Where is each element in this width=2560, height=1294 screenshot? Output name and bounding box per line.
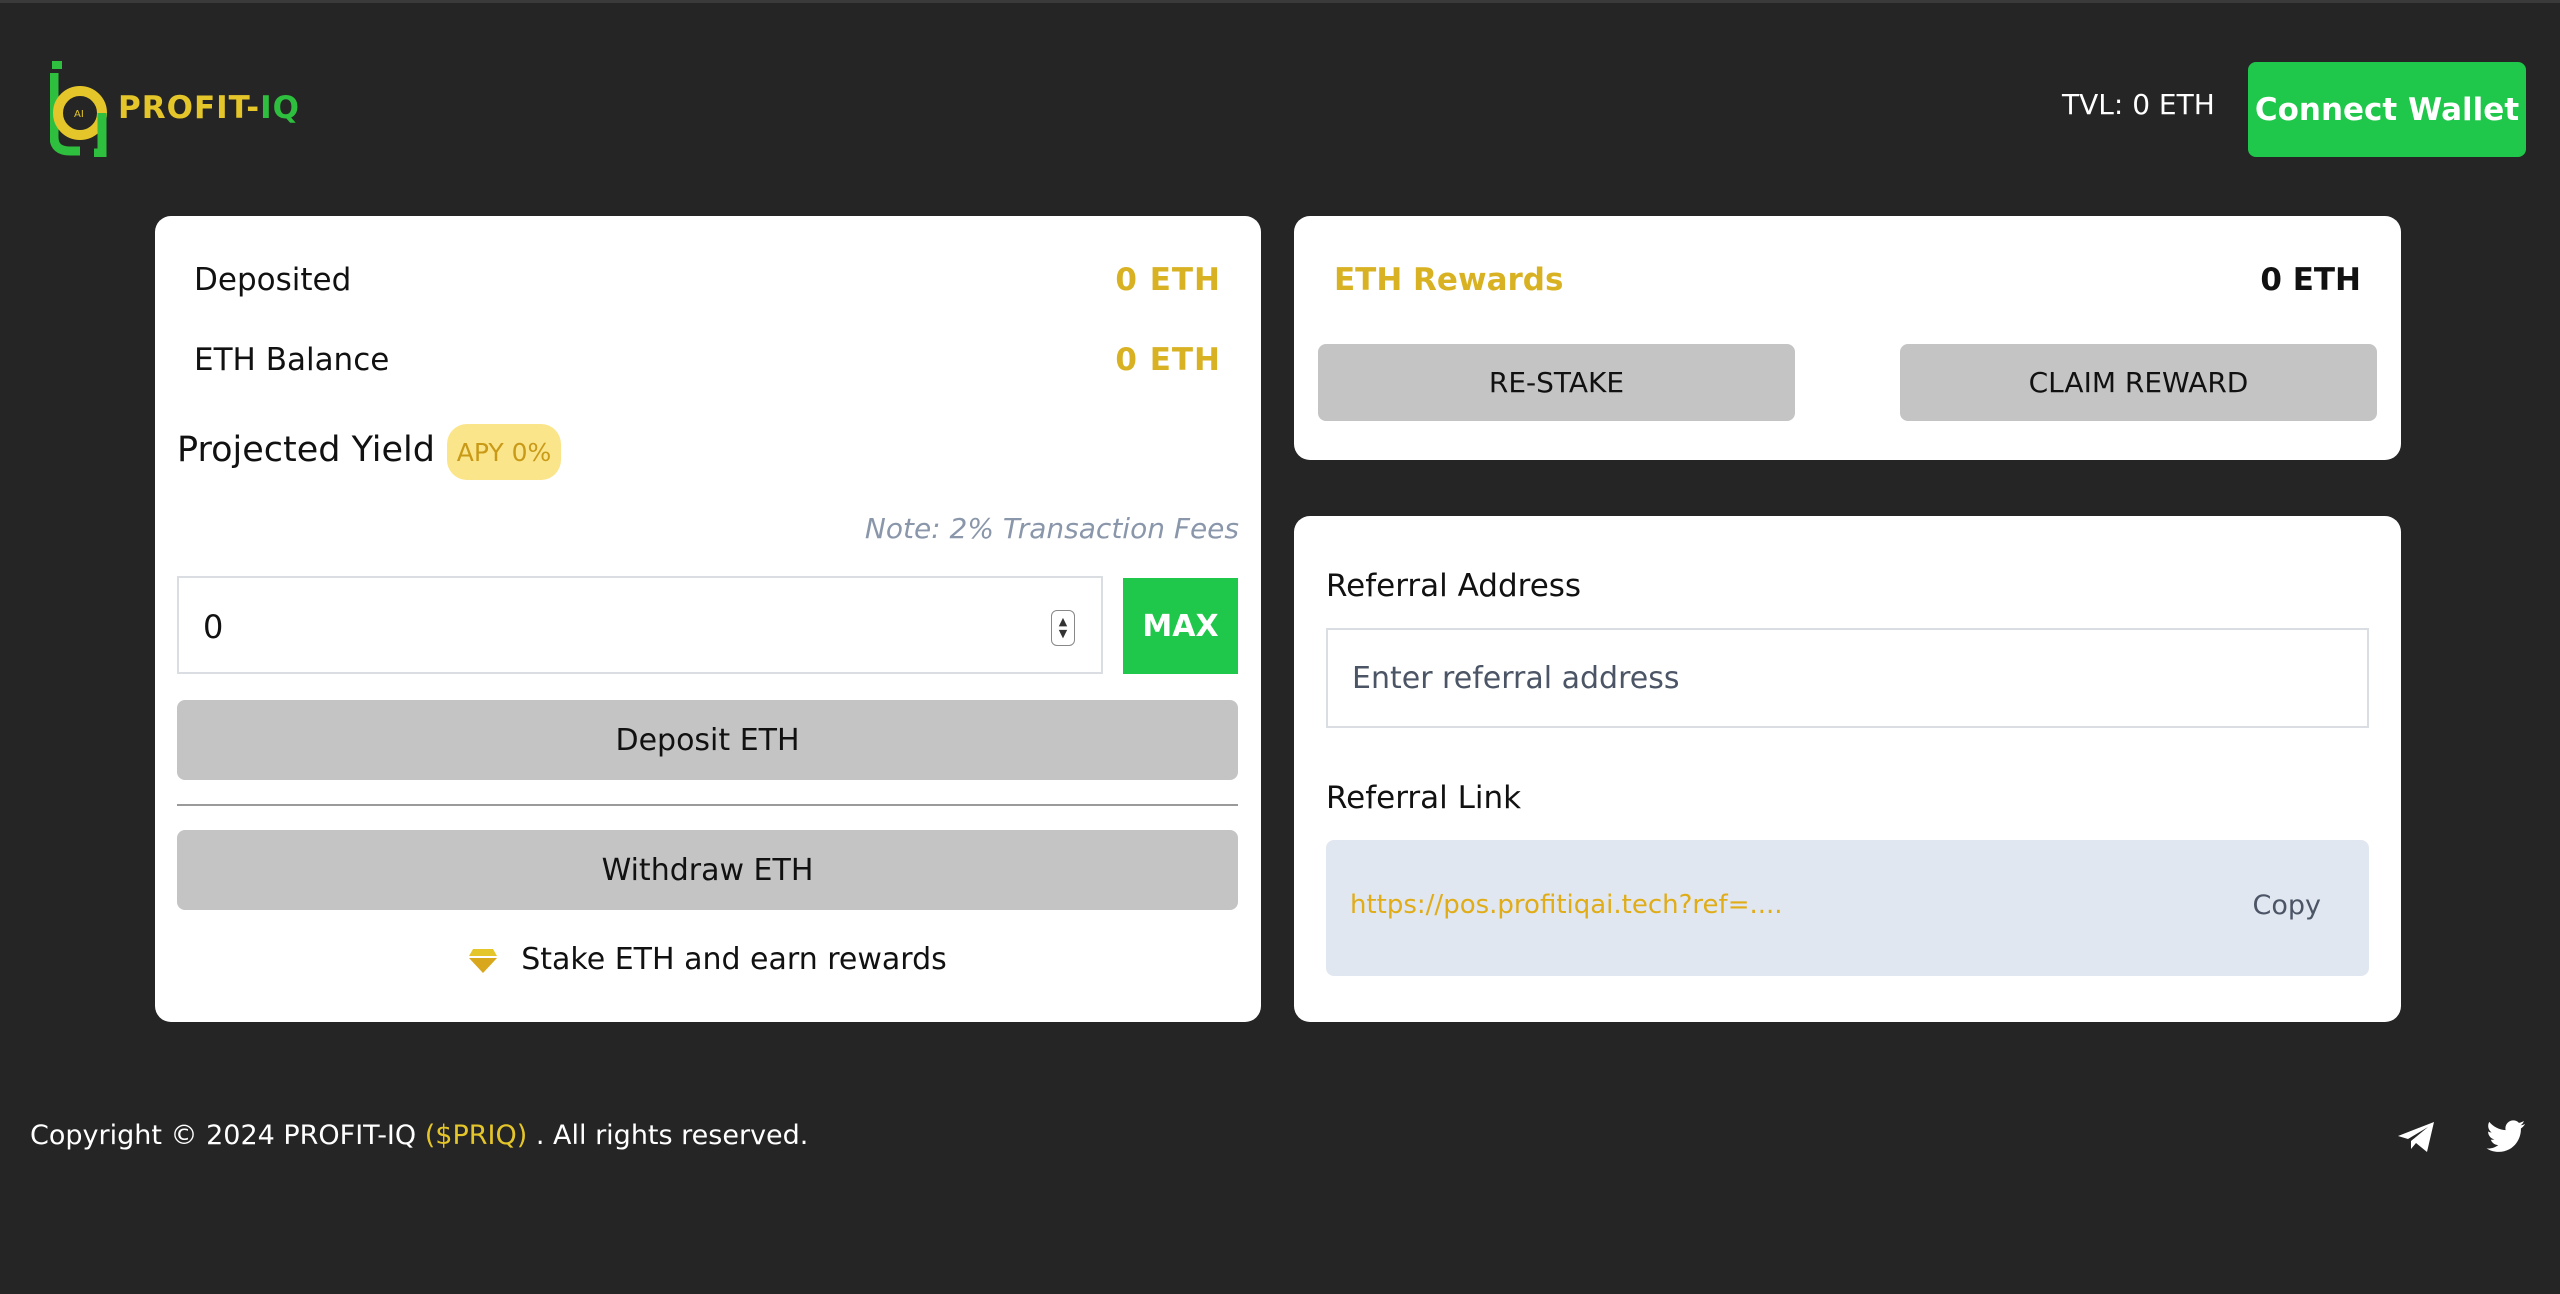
restake-button[interactable]: RE-STAKE [1318, 344, 1795, 421]
apy-badge: APY 0% [447, 424, 561, 480]
logo[interactable]: AI PROFIT-IQ [50, 58, 300, 158]
stake-card: Deposited 0 ETH ETH Balance 0 ETH Projec… [155, 216, 1261, 1022]
svg-text:AI: AI [74, 109, 84, 120]
copy-button[interactable]: Copy [2253, 890, 2322, 921]
stake-info: Stake ETH and earn rewards [155, 942, 1261, 977]
referral-link[interactable]: https://pos.profitiqai.tech?ref=.... [1350, 890, 1783, 920]
eth-rewards-value: 0 ETH [2260, 262, 2361, 298]
footer-copyright: Copyright © 2024 PROFIT-IQ ($PRIQ) . All… [30, 1120, 808, 1151]
copyright-text: Copyright © 2024 PROFIT-IQ [30, 1120, 417, 1151]
divider [177, 804, 1238, 806]
deposited-label: Deposited [194, 262, 352, 298]
spinner-down-icon[interactable]: ▼ [1059, 628, 1067, 640]
deposit-eth-button[interactable]: Deposit ETH [177, 700, 1238, 780]
max-button[interactable]: MAX [1123, 578, 1238, 674]
logo-text-primary: PROFIT- [118, 90, 261, 126]
amount-input[interactable]: 0 ▲ ▼ [177, 576, 1103, 674]
referral-address-input[interactable]: Enter referral address [1326, 628, 2369, 728]
deposited-value: 0 ETH [1115, 262, 1221, 298]
referral-address-label: Referral Address [1326, 568, 1582, 604]
copyright-suffix: . All rights reserved. [535, 1120, 809, 1151]
stake-info-text: Stake ETH and earn rewards [521, 942, 947, 977]
projected-yield-label: Projected Yield [177, 430, 435, 470]
logo-icon: AI [50, 61, 107, 157]
connect-wallet-button[interactable]: Connect Wallet [2248, 62, 2526, 157]
rewards-card: ETH Rewards 0 ETH RE-STAKE CLAIM REWARD [1294, 216, 2401, 460]
twitter-icon[interactable] [2486, 1120, 2526, 1154]
eth-balance-label: ETH Balance [194, 342, 390, 378]
transaction-fee-note: Note: 2% Transaction Fees [864, 512, 1239, 545]
telegram-icon[interactable] [2396, 1120, 2436, 1154]
number-spinner[interactable]: ▲ ▼ [1051, 610, 1075, 646]
ticker-text: ($PRIQ) [424, 1120, 528, 1151]
logo-text: PROFIT-IQ [118, 90, 300, 126]
referral-card: Referral Address Enter referral address … [1294, 516, 2401, 1022]
logo-text-secondary: IQ [260, 90, 301, 126]
tvl-display: TVL: 0 ETH [2062, 88, 2215, 121]
window-top-edge [0, 0, 2560, 3]
eth-rewards-label: ETH Rewards [1334, 262, 1564, 298]
withdraw-eth-button[interactable]: Withdraw ETH [177, 830, 1238, 910]
eth-balance-value: 0 ETH [1115, 342, 1221, 378]
referral-link-label: Referral Link [1326, 780, 1522, 816]
diamond-icon [469, 948, 498, 973]
amount-input-value: 0 [203, 608, 224, 646]
referral-link-box: https://pos.profitiqai.tech?ref=.... Cop… [1326, 840, 2369, 976]
claim-reward-button[interactable]: CLAIM REWARD [1900, 344, 2377, 421]
